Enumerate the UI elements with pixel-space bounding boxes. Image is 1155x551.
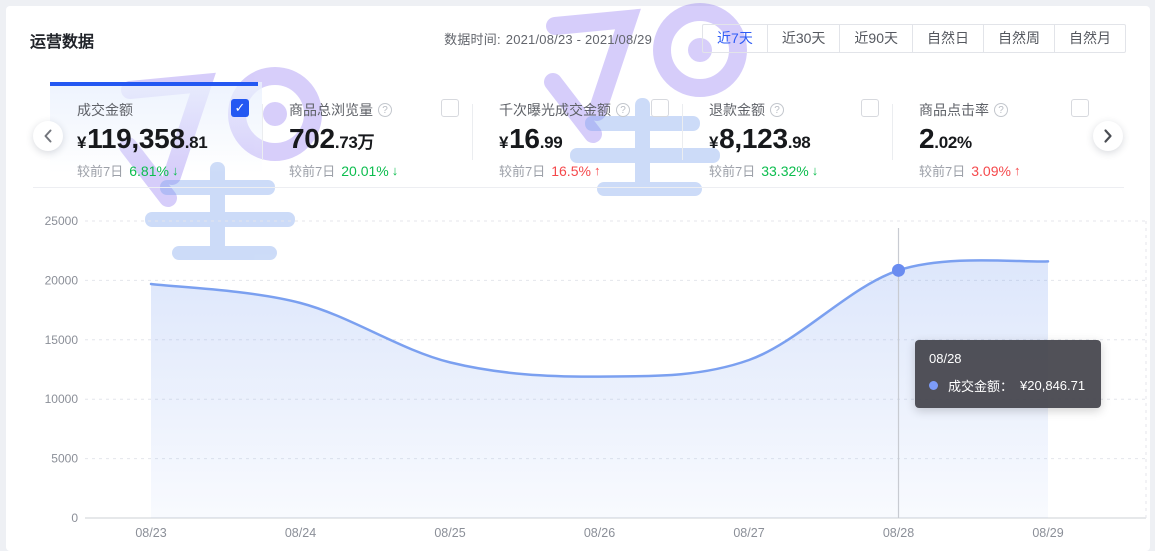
x-axis-tick-label: 08/27 [733, 526, 764, 540]
metric-label: 千次曝光成交金额 [499, 102, 611, 118]
metric-checkbox-refund[interactable] [861, 99, 879, 117]
metric-delta-row: 较前7日 6.81% ↓ [77, 161, 262, 180]
section-divider [33, 187, 1124, 188]
scroll-left-button[interactable] [33, 121, 63, 151]
chevron-left-icon [44, 129, 52, 143]
metric-value: ¥16.99 [499, 123, 682, 155]
tooltip-series-value: ¥20,846.71 [1020, 378, 1086, 393]
question-circle-icon[interactable]: ? [770, 103, 784, 117]
metric-value: ¥8,123.98 [709, 123, 892, 155]
page-title: 运营数据 [30, 34, 95, 51]
delta-label: 较前7日 [919, 164, 966, 179]
y-axis-tick-label: 25000 [45, 214, 79, 228]
metric-value-part: 16 [509, 123, 540, 154]
x-axis-tick-label: 08/23 [135, 526, 166, 540]
metric-delta-row: 较前7日 3.09% ↑ [919, 161, 1102, 180]
arrow-down-icon: ↓ [391, 163, 399, 178]
tab-time-range-2[interactable]: 近90天 [839, 25, 912, 52]
metric-value-part: .98 [787, 133, 811, 152]
metric-delta-row: 较前7日 16.5% ↑ [499, 161, 682, 180]
metric-value-part: ¥ [77, 133, 87, 152]
tab-time-range-5[interactable]: 自然月 [1054, 25, 1125, 52]
metric-value-part: .02% [934, 133, 972, 152]
delta-label: 较前7日 [499, 164, 546, 179]
data-time-label: 数据时间: [444, 32, 501, 47]
metric-value-part: 702 [289, 123, 335, 154]
metric-value-part: ¥ [709, 133, 719, 152]
y-axis-tick-label: 15000 [45, 333, 79, 347]
metric-card-views[interactable]: 商品总浏览量? 702.73万较前7日 20.01% ↓ [262, 82, 472, 186]
metric-card-gmv-per-mille[interactable]: 千次曝光成交金额? ¥16.99 较前7日 16.5% ↑ [472, 82, 682, 186]
data-time-range: 数据时间: 2021/08/23 - 2021/08/29 [444, 29, 652, 48]
metric-value: ¥119,358.81 [77, 123, 262, 155]
question-circle-icon[interactable]: ? [616, 103, 630, 117]
x-axis-tick-label: 08/24 [285, 526, 316, 540]
hover-data-point-marker[interactable] [892, 263, 905, 277]
metric-card-refund[interactable]: 退款金额? ¥8,123.98 较前7日 33.32% ↓ [682, 82, 892, 186]
metric-value: 702.73万 [289, 123, 472, 155]
y-axis-tick-label: 5000 [51, 452, 78, 466]
metric-value-part: .73万 [334, 133, 375, 152]
scroll-right-button[interactable] [1093, 121, 1123, 151]
metric-value-part: 8,123 [719, 123, 788, 154]
delta-value: 6.81% [129, 162, 169, 179]
metric-card-ctr[interactable]: 商品点击率? 2.02% 较前7日 3.09% ↑ [892, 82, 1102, 186]
metric-value: 2.02% [919, 123, 1102, 155]
metric-checkbox-gmv[interactable]: ✓ [231, 99, 249, 117]
x-axis-tick-label: 08/25 [434, 526, 465, 540]
arrow-down-icon: ↓ [811, 163, 819, 178]
metric-label: 退款金额 [709, 102, 765, 118]
metric-checkbox-gmv-per-mille[interactable] [651, 99, 669, 117]
tooltip-series-row: 成交金额： ¥20,846.71 [929, 376, 1085, 395]
metric-delta-row: 较前7日 20.01% ↓ [289, 161, 472, 180]
time-range-tab-group: 近7天 近30天 近90天 自然日 自然周 自然月 [702, 24, 1126, 53]
arrow-down-icon: ↓ [171, 163, 179, 178]
x-axis-tick-label: 08/28 [883, 526, 914, 540]
delta-label: 较前7日 [289, 164, 336, 179]
metric-checkbox-views[interactable] [441, 99, 459, 117]
y-axis-tick-label: 10000 [45, 392, 79, 406]
metric-value-part: 119,358 [87, 123, 185, 154]
tab-time-range-0[interactable]: 近7天 [703, 25, 767, 52]
tab-time-range-1[interactable]: 近30天 [766, 25, 840, 52]
metric-card-gmv[interactable]: 成交金额 ✓ ¥119,358.81 较前7日 6.81% ↓ [50, 82, 262, 186]
selected-indicator-bar [50, 82, 258, 86]
question-circle-icon[interactable]: ? [994, 103, 1008, 117]
tab-time-range-3[interactable]: 自然日 [912, 25, 983, 52]
delta-value: 33.32% [761, 162, 809, 179]
data-time-value: 2021/08/23 - 2021/08/29 [505, 32, 653, 47]
header-controls: 数据时间: 2021/08/23 - 2021/08/29 近7天 近30天 近90天… [444, 24, 1126, 53]
chevron-right-icon [1104, 129, 1112, 143]
delta-value: 3.09% [971, 162, 1011, 179]
arrow-up-icon: ↑ [1013, 163, 1021, 178]
y-axis-tick-label: 0 [71, 511, 78, 525]
tab-time-range-4[interactable]: 自然周 [983, 25, 1054, 52]
metric-label: 商品点击率 [919, 102, 989, 118]
delta-label: 较前7日 [709, 164, 756, 179]
metric-cards-row: 成交金额 ✓ ¥119,358.81 较前7日 6.81% ↓ 商品总浏览量? 702.73万… [50, 82, 1103, 186]
metric-delta-row: 较前7日 33.32% ↓ [709, 161, 892, 180]
question-circle-icon[interactable]: ? [378, 103, 392, 117]
metric-checkbox-ctr[interactable] [1071, 99, 1089, 117]
x-axis-tick-label: 08/29 [1032, 526, 1063, 540]
metric-value-part: ¥ [499, 133, 509, 152]
delta-value: 20.01% [341, 162, 389, 179]
metric-value-part: .99 [539, 133, 563, 152]
arrow-up-icon: ↑ [593, 163, 601, 178]
y-axis-tick-label: 20000 [45, 273, 79, 287]
chart-tooltip: 08/28 成交金额： ¥20,846.71 [915, 340, 1102, 408]
delta-label: 较前7日 [77, 164, 124, 179]
delta-value: 16.5% [551, 162, 591, 179]
metric-value-part: .81 [184, 133, 208, 152]
x-axis-tick-label: 08/26 [584, 526, 615, 540]
metric-label: 商品总浏览量 [289, 102, 373, 118]
tooltip-date: 08/28 [929, 351, 962, 366]
series-dot-icon [929, 381, 938, 390]
metric-label: 成交金额 [77, 102, 133, 118]
tooltip-series-label: 成交金额： [948, 379, 1014, 394]
metric-value-part: 2 [919, 123, 935, 154]
